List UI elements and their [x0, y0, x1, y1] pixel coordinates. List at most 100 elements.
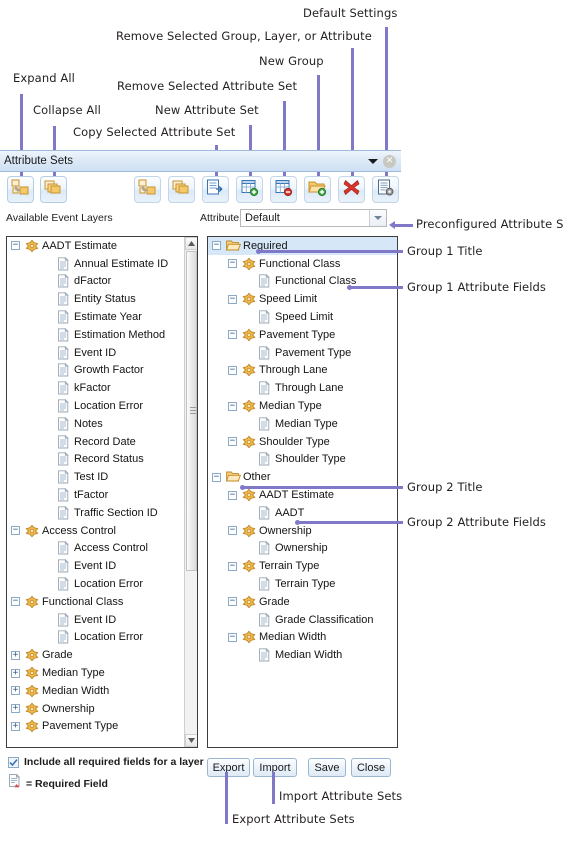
tree-node[interactable]: + Grade	[7, 646, 197, 664]
tree-node[interactable]: Notes	[7, 415, 197, 433]
collapse-toggle-icon[interactable]: −	[228, 437, 237, 447]
attribute-set-combo[interactable]: Default	[240, 209, 387, 227]
attribute-sets-panel: Attribute Sets ✕ Available Event Layers …	[0, 150, 401, 850]
layer-icon	[25, 239, 39, 253]
tree-node[interactable]: Record Status	[7, 451, 197, 469]
tree-node[interactable]: dFactor	[7, 273, 197, 291]
expand-all-right-button[interactable]	[134, 176, 161, 203]
collapse-all-button[interactable]	[40, 176, 67, 203]
collapse-toggle-icon[interactable]: −	[228, 294, 237, 304]
tree-node[interactable]: Estimate Year	[7, 308, 197, 326]
tree-node[interactable]: − AADT Estimate	[7, 237, 197, 255]
tree-node[interactable]: − Median Width	[208, 629, 397, 647]
tree-node[interactable]: Traffic Section ID	[7, 504, 197, 522]
tree-node[interactable]: − Functional Class	[208, 255, 397, 273]
collapse-toggle-icon[interactable]: −	[11, 526, 20, 536]
collapse-all-right-button[interactable]	[168, 176, 195, 203]
save-button[interactable]: Save	[308, 758, 346, 777]
collapse-toggle-icon[interactable]: −	[228, 490, 237, 500]
left-tree-scrollbar[interactable]	[184, 237, 197, 747]
tree-node[interactable]: Median Type	[208, 415, 397, 433]
collapse-toggle-icon[interactable]: −	[228, 365, 237, 375]
tree-node[interactable]: Speed Limit	[208, 308, 397, 326]
tree-node[interactable]: Event ID	[7, 344, 197, 362]
tree-node[interactable]: Location Error	[7, 575, 197, 593]
tree-node[interactable]: Terrain Type	[208, 575, 397, 593]
tree-node[interactable]: Pavement Type	[208, 344, 397, 362]
tree-node[interactable]: Estimation Method	[7, 326, 197, 344]
expand-all-button[interactable]	[7, 176, 34, 203]
new-attribute-set-button[interactable]	[236, 176, 263, 203]
tree-node[interactable]: Test ID	[7, 468, 197, 486]
new-group-button[interactable]	[304, 176, 331, 203]
copy-selected-attribute-set-button[interactable]	[202, 176, 229, 203]
collapse-toggle-icon[interactable]: −	[228, 597, 237, 607]
close-button[interactable]: Close	[351, 758, 391, 777]
scroll-down-icon[interactable]	[185, 734, 197, 747]
tree-node[interactable]: − Other	[208, 468, 397, 486]
collapse-toggle-icon[interactable]: −	[228, 561, 237, 571]
tree-node[interactable]: AADT	[208, 504, 397, 522]
scroll-up-icon[interactable]	[185, 237, 197, 250]
tree-node[interactable]: Grade Classification	[208, 611, 397, 629]
close-icon[interactable]: ✕	[383, 154, 396, 168]
tree-node[interactable]: − Grade	[208, 593, 397, 611]
tree-node[interactable]: Access Control	[7, 540, 197, 558]
tree-node[interactable]: Growth Factor	[7, 362, 197, 380]
tree-node[interactable]: Shoulder Type	[208, 451, 397, 469]
include-required-fields-checkbox[interactable]	[8, 756, 19, 768]
available-event-layers-tree[interactable]: − AADT Estimate Annual Estimate ID dFactor E…	[6, 236, 198, 748]
collapse-toggle-icon[interactable]: −	[11, 241, 20, 251]
tree-node[interactable]: Event ID	[7, 557, 197, 575]
expand-toggle-icon[interactable]: +	[11, 668, 20, 678]
tree-node[interactable]: kFactor	[7, 379, 197, 397]
tree-node[interactable]: − Median Type	[208, 397, 397, 415]
tree-node[interactable]: − Terrain Type	[208, 557, 397, 575]
scroll-thumb[interactable]	[186, 251, 197, 571]
default-settings-button[interactable]	[372, 176, 399, 203]
attribute-set-tree[interactable]: − Required − Functional Class Functional Cla…	[207, 236, 398, 748]
tree-node[interactable]: − Ownership	[208, 522, 397, 540]
tree-node[interactable]: Record Date	[7, 433, 197, 451]
remove-selected-group-layer-attribute-button[interactable]	[338, 176, 365, 203]
collapse-toggle-icon[interactable]: −	[228, 632, 237, 642]
tree-node[interactable]: + Median Width	[7, 682, 197, 700]
expand-toggle-icon[interactable]: +	[11, 704, 20, 714]
panel-toolbar	[0, 173, 401, 207]
expand-toggle-icon[interactable]: +	[11, 721, 20, 731]
tree-node[interactable]: − Through Lane	[208, 362, 397, 380]
tree-node[interactable]: Location Error	[7, 629, 197, 647]
tree-node[interactable]: − Functional Class	[7, 593, 197, 611]
tree-node[interactable]: Event ID	[7, 611, 197, 629]
collapse-toggle-icon[interactable]: −	[228, 330, 237, 340]
collapse-toggle-icon[interactable]: −	[228, 526, 237, 536]
collapse-toggle-icon[interactable]: −	[228, 401, 237, 411]
tree-node[interactable]: + Ownership	[7, 700, 197, 718]
tree-node[interactable]: tFactor	[7, 486, 197, 504]
tree-node[interactable]: − Pavement Type	[208, 326, 397, 344]
tree-node[interactable]: + Pavement Type	[7, 718, 197, 736]
tree-node[interactable]: − Speed Limit	[208, 290, 397, 308]
tree-node[interactable]: − Shoulder Type	[208, 433, 397, 451]
import-button[interactable]: Import	[253, 758, 297, 777]
tree-node[interactable]: + Median Type	[7, 664, 197, 682]
include-required-fields-row[interactable]: Include all required fields for a layer	[8, 756, 204, 768]
tree-node[interactable]: Annual Estimate ID	[7, 255, 197, 273]
tree-node[interactable]: Ownership	[208, 540, 397, 558]
tree-node[interactable]: Entity Status	[7, 290, 197, 308]
tree-node[interactable]: Location Error	[7, 397, 197, 415]
expand-toggle-icon[interactable]: +	[11, 686, 20, 696]
chevron-down-icon[interactable]	[368, 158, 378, 164]
collapse-toggle-icon[interactable]: −	[228, 259, 237, 269]
remove-selected-attribute-set-button[interactable]	[270, 176, 297, 203]
tree-node[interactable]: Through Lane	[208, 379, 397, 397]
tree-node[interactable]: − Access Control	[7, 522, 197, 540]
tree-node[interactable]: Median Width	[208, 646, 397, 664]
layer-icon	[25, 719, 39, 733]
collapse-toggle-icon[interactable]: −	[11, 597, 20, 607]
collapse-toggle-icon[interactable]: −	[212, 472, 221, 482]
export-button[interactable]: Export	[207, 758, 250, 777]
collapse-toggle-icon[interactable]: −	[212, 241, 221, 251]
chevron-down-icon[interactable]	[369, 210, 386, 226]
expand-toggle-icon[interactable]: +	[11, 650, 20, 660]
